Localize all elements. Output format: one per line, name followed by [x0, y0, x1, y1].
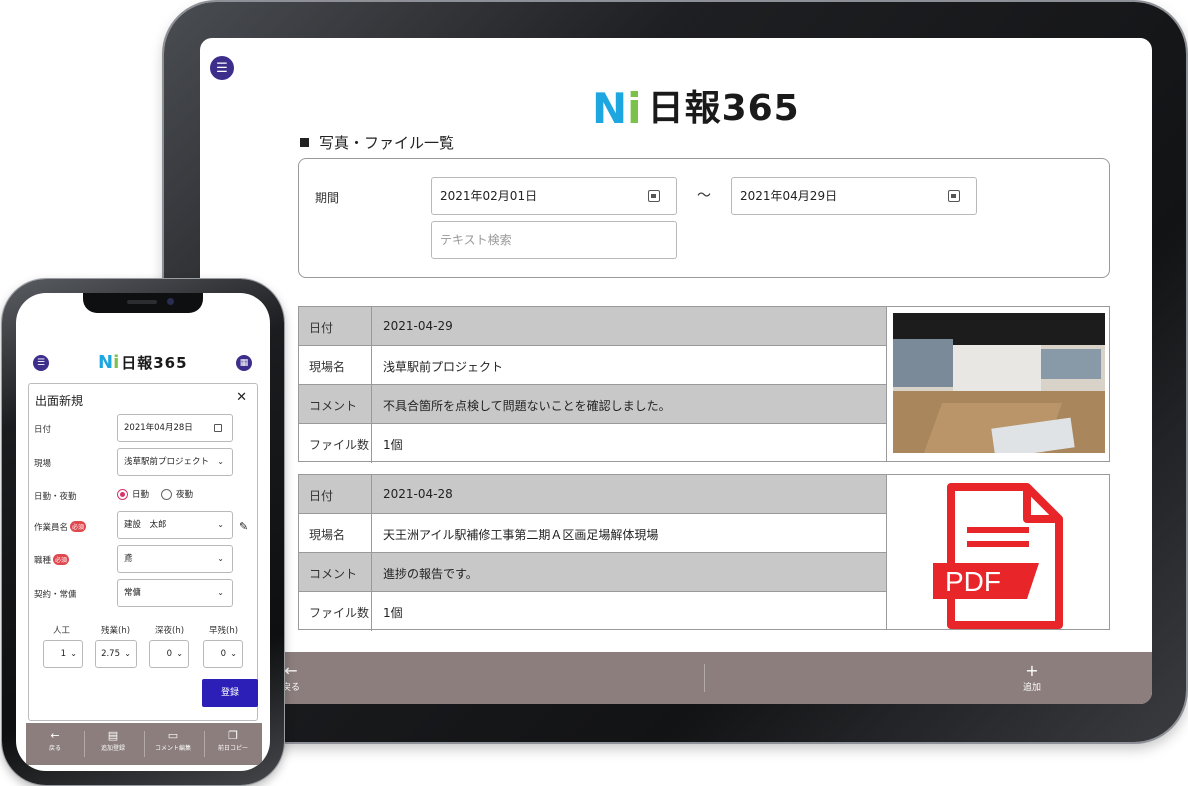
clipboard-icon: ▤ [107, 729, 119, 742]
phone-footer-bar: ← 戻る ▤ 追加登録 ▭ コメント編集 ❐ 前日コピー [26, 723, 262, 765]
required-badge: 必須 [70, 521, 87, 532]
late-night-select[interactable]: 0 ⌄ [149, 640, 189, 668]
record-date: 2021-04-28 [383, 487, 453, 501]
date-to-input[interactable]: 2021年04月29日 [731, 177, 977, 215]
comment-icon: ▭ [167, 729, 179, 742]
contract-select[interactable]: 常傭 ⌄ [117, 579, 233, 607]
record-date: 2021-04-29 [383, 319, 453, 333]
plus-icon: + [1025, 661, 1039, 680]
record-card[interactable]: 日付 2021-04-29 現場名 浅草駅前プロジェクト コメント 不具合箇所を… [298, 306, 1110, 463]
table-row: コメント 不具合箇所を点検して問題ないことを確認しました。 [299, 385, 887, 424]
table-row: 日付 2021-04-29 [299, 307, 887, 346]
square-bullet-icon [300, 138, 309, 147]
date-field[interactable]: 2021年04月28日 [117, 414, 233, 442]
hamburger-icon[interactable]: ☰ [210, 56, 234, 80]
table-row: 現場名 天王洲アイル駅補修工事第二期Ａ区画足場解体現場 [299, 514, 887, 553]
chevron-down-icon: ⌄ [217, 520, 224, 529]
back-button[interactable]: ← 戻る [26, 729, 84, 752]
job-label: 職種 必須 [34, 554, 70, 566]
tablet-footer-bar: ← 戻る + 追加 [200, 652, 1152, 704]
table-row: ファイル数 1個 [299, 424, 887, 463]
table-row: ファイル数 1個 [299, 592, 887, 631]
record-comment: 不具合箇所を点検して問題ないことを確認しました。 [383, 399, 671, 413]
table-row: 日付 2021-04-28 [299, 475, 887, 514]
copy-icon: ❐ [228, 729, 238, 742]
room-photo[interactable] [893, 313, 1105, 453]
calendar-icon[interactable]: ▦ [236, 355, 252, 371]
pdf-thumbnail[interactable]: PDF [886, 475, 1110, 629]
record-comment: 進捗の報告です。 [383, 567, 478, 581]
logo-text: 日報365 [647, 88, 800, 129]
pdf-label: PDF [945, 566, 1001, 597]
man-days-select[interactable]: 1 ⌄ [43, 640, 83, 668]
pencil-icon[interactable]: ✎ [239, 520, 248, 533]
record-file-count: 1個 [383, 606, 403, 620]
calendar-icon[interactable] [948, 190, 960, 202]
radio-night-shift[interactable] [161, 488, 173, 500]
date-label: 日付 [34, 425, 52, 435]
table-row: 現場名 浅草駅前プロジェクト [299, 346, 887, 385]
app-logo: Ni 日報365 [592, 86, 800, 132]
tablet-device: ☰ Ni 日報365 写真・ファイル一覧 期間 2021年02月01日 ～ 20… [164, 2, 1186, 742]
shift-label: 日勤・夜勤 [34, 492, 77, 502]
site-select[interactable]: 浅草駅前プロジェクト ⌄ [117, 448, 233, 476]
job-select[interactable]: 鳶 ⌄ [117, 545, 233, 573]
filter-panel: 期間 2021年02月01日 ～ 2021年04月29日 テキスト検索 [298, 158, 1110, 278]
radio-day-shift[interactable] [117, 488, 128, 500]
record-file-count: 1個 [383, 438, 403, 452]
logo-mark: Ni [592, 84, 642, 133]
pdf-file-icon[interactable]: PDF [931, 483, 1071, 629]
period-label: 期間 [315, 191, 340, 205]
contract-label: 契約・常傭 [34, 590, 77, 600]
range-separator: ～ [697, 188, 711, 204]
overtime-select[interactable]: 2.75 ⌄ [95, 640, 137, 668]
attendance-form: 出面新規 ✕ 日付 2021年04月28日 現場 浅草駅前プロジェクト ⌄ 日勤・… [28, 383, 258, 721]
site-label: 現場 [34, 459, 52, 469]
chevron-down-icon: ⌄ [217, 457, 224, 466]
calendar-icon[interactable] [648, 190, 660, 202]
table-row: コメント 進捗の報告です。 [299, 553, 887, 592]
phone-screen: ☰ Ni 日報365 ▦ 出面新規 ✕ 日付 2021年04月28日 現場 浅草… [16, 293, 270, 771]
date-from-input[interactable]: 2021年02月01日 [431, 177, 677, 215]
edit-comment-button[interactable]: ▭ コメント編集 [144, 729, 202, 752]
copy-previous-day-button[interactable]: ❐ 前日コピー [204, 729, 262, 752]
early-overtime-select[interactable]: 0 ⌄ [203, 640, 243, 668]
close-icon[interactable]: ✕ [236, 390, 247, 405]
required-badge: 必須 [53, 554, 70, 565]
arrow-left-icon: ← [50, 729, 60, 742]
phone-device: ☰ Ni 日報365 ▦ 出面新規 ✕ 日付 2021年04月28日 現場 浅草… [2, 279, 284, 785]
photo-thumbnail[interactable] [886, 307, 1110, 461]
hamburger-icon[interactable]: ☰ [33, 355, 49, 371]
add-button[interactable]: + 追加 [1018, 661, 1046, 694]
add-entry-button[interactable]: ▤ 追加登録 [84, 729, 142, 752]
text-search-input[interactable]: テキスト検索 [431, 221, 677, 259]
worker-label: 作業員名 必須 [34, 521, 87, 533]
phone-notch [83, 293, 203, 313]
chevron-down-icon: ⌄ [217, 554, 224, 563]
calendar-icon[interactable] [214, 424, 222, 432]
chevron-down-icon: ⌄ [217, 588, 224, 597]
tablet-screen: ☰ Ni 日報365 写真・ファイル一覧 期間 2021年02月01日 ～ 20… [200, 38, 1152, 704]
record-card[interactable]: 日付 2021-04-28 現場名 天王洲アイル駅補修工事第二期Ａ区画足場解体現… [298, 474, 1110, 631]
shift-radio-group[interactable]: 日勤 夜勤 [117, 488, 193, 500]
app-logo: Ni 日報365 [98, 352, 188, 373]
worker-select[interactable]: 建設 太郎 ⌄ [117, 511, 233, 539]
section-title: 写真・ファイル一覧 [300, 132, 454, 153]
record-site: 浅草駅前プロジェクト [383, 360, 504, 374]
form-title: 出面新規 [35, 394, 84, 408]
register-button[interactable]: 登録 [202, 679, 258, 707]
record-site: 天王洲アイル駅補修工事第二期Ａ区画足場解体現場 [383, 528, 659, 542]
